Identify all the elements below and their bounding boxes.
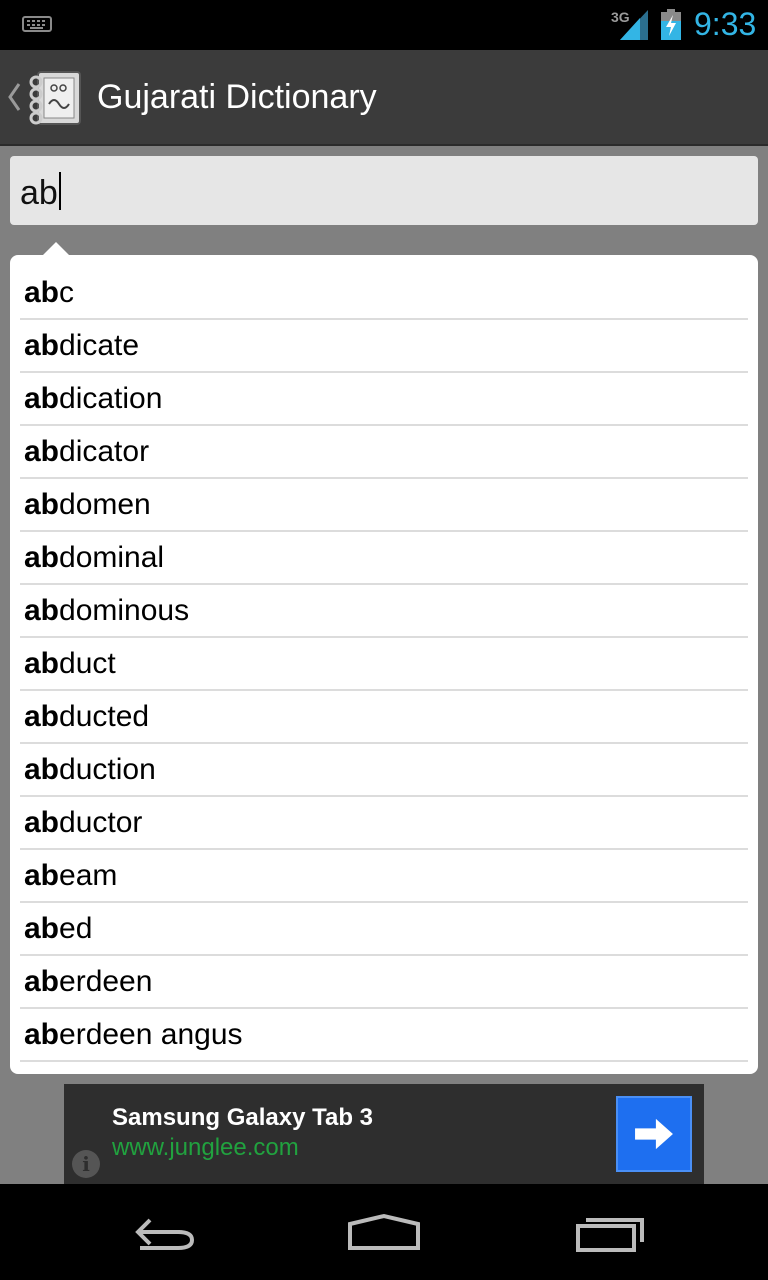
suggestion-match: ab [24, 540, 60, 574]
suggestion-match: ab [24, 275, 60, 309]
suggestion-word: abduction [24, 753, 156, 787]
suggestion-match: ab [24, 434, 60, 468]
suggestion-rest: eam [59, 858, 118, 892]
suggestion-item[interactable]: abdicator [20, 426, 748, 479]
suggestion-match: ab [24, 964, 60, 998]
suggestion-rest: dominous [59, 593, 190, 627]
suggestion-word: abducted [24, 700, 149, 734]
suggestion-item[interactable]: abduction [20, 744, 748, 797]
suggestion-item[interactable]: abc [20, 267, 748, 320]
suggestion-item[interactable]: abdominal [20, 532, 748, 585]
suggestion-rest: domen [59, 487, 151, 521]
battery-charging-icon [661, 9, 681, 40]
suggestion-item[interactable]: abdomen [20, 479, 748, 532]
status-bar: 3G 9:33 [0, 0, 768, 50]
suggestion-item[interactable]: abdominous [20, 585, 748, 638]
suggestion-match: ab [24, 911, 60, 945]
suggestion-rest: duction [59, 752, 156, 786]
dropdown-pointer [42, 242, 70, 256]
suggestion-match: ab [24, 381, 60, 415]
suggestion-match: ab [24, 487, 60, 521]
suggestion-match: ab [24, 699, 60, 733]
suggestion-word: abdicate [24, 329, 139, 363]
suggestion-match: ab [24, 593, 60, 627]
app-title: Gujarati Dictionary [97, 78, 377, 116]
suggestion-word: abduct [24, 647, 116, 681]
suggestion-item[interactable]: aberdeen [20, 956, 748, 1009]
up-navigation-icon[interactable] [6, 80, 22, 114]
ad-banner[interactable]: Samsung Galaxy Tab 3 www.junglee.com i [64, 1084, 704, 1184]
suggestion-item[interactable]: abducted [20, 691, 748, 744]
suggestion-rest: dominal [59, 540, 165, 574]
suggestion-word: abdominous [24, 594, 189, 628]
suggestion-rest: dication [59, 381, 163, 415]
suggestion-rest: ed [59, 911, 93, 945]
suggestion-rest: dicate [59, 328, 140, 362]
back-icon[interactable] [120, 1210, 200, 1254]
clock: 9:33 [694, 6, 757, 42]
suggestion-item[interactable]: abeam [20, 850, 748, 903]
suggestion-word: abc [24, 276, 74, 310]
suggestion-word: aberdeen angus [24, 1018, 243, 1052]
ad-url: www.junglee.com [112, 1134, 299, 1161]
suggestion-word: abdomen [24, 488, 151, 522]
suggestion-rest: duct [59, 646, 116, 680]
suggestion-item[interactable]: abductor [20, 797, 748, 850]
suggestion-rest: ducted [59, 699, 150, 733]
suggestions-dropdown: abc abdicate abdication abdicator abdomen abd… [10, 255, 758, 1074]
search-input[interactable]: ab [10, 156, 758, 225]
navigation-bar [0, 1184, 768, 1280]
suggestion-item[interactable]: abduct [20, 638, 748, 691]
home-icon[interactable] [344, 1210, 424, 1254]
app-icon[interactable] [24, 70, 82, 126]
suggestion-match: ab [24, 328, 60, 362]
suggestion-rest: c [59, 275, 75, 309]
arrow-right-icon [635, 1118, 673, 1150]
text-cursor [58, 172, 61, 210]
suggestions-list: abc abdicate abdication abdicator abdomen abd… [20, 267, 748, 1062]
suggestion-rest: erdeen [59, 964, 153, 998]
suggestion-word: abeam [24, 859, 117, 893]
suggestion-match: ab [24, 858, 60, 892]
suggestion-match: ab [24, 1017, 60, 1051]
suggestion-rest: ductor [59, 805, 143, 839]
suggestion-rest: erdeen angus [59, 1017, 243, 1051]
suggestion-rest: dicator [59, 434, 150, 468]
info-icon[interactable]: i [72, 1150, 100, 1178]
suggestion-item[interactable]: abdicate [20, 320, 748, 373]
action-bar: Gujarati Dictionary [0, 50, 768, 146]
suggestion-word: abdication [24, 382, 162, 416]
suggestion-match: ab [24, 805, 60, 839]
ad-arrow-button[interactable] [616, 1096, 692, 1172]
suggestion-word: abductor [24, 806, 142, 840]
keyboard-icon [22, 16, 52, 32]
suggestion-match: ab [24, 752, 60, 786]
suggestion-word: abed [24, 912, 92, 946]
recent-apps-icon[interactable] [572, 1210, 652, 1254]
suggestion-word: abdicator [24, 435, 149, 469]
suggestion-word: aberdeen [24, 965, 152, 999]
suggestion-match: ab [24, 646, 60, 680]
search-input-value: ab [20, 172, 61, 213]
suggestion-item[interactable]: aberdeen angus [20, 1009, 748, 1062]
suggestion-item[interactable]: abed [20, 903, 748, 956]
ad-title: Samsung Galaxy Tab 3 [112, 1104, 373, 1131]
suggestion-word: abdominal [24, 541, 164, 575]
suggestion-item[interactable]: abdication [20, 373, 748, 426]
signal-icon [620, 10, 648, 40]
